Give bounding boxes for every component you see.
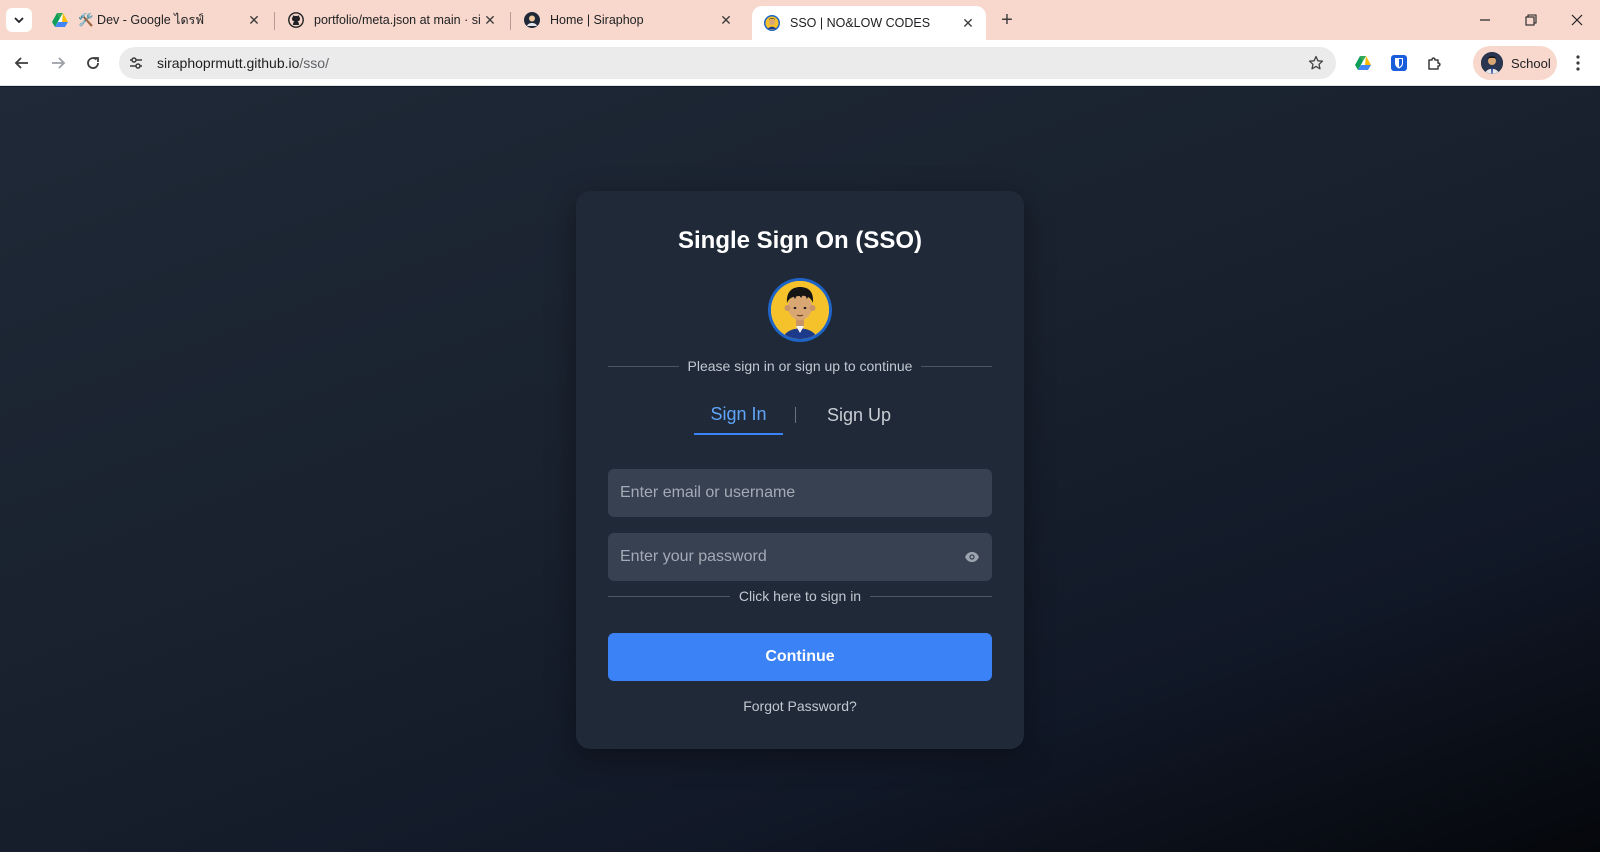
profile-button[interactable]: School [1473, 46, 1557, 80]
email-input[interactable] [608, 469, 992, 517]
url-host: siraphoprmutt.github.io [157, 55, 300, 71]
chevron-down-icon [14, 17, 24, 24]
google-drive-extension-icon[interactable] [1351, 51, 1375, 75]
reload-button[interactable] [78, 48, 108, 78]
page-title: Single Sign On (SSO) [677, 227, 922, 254]
close-icon[interactable]: ✕ [716, 10, 736, 30]
tab-title: 🛠️ Dev - Google ไดรฟ์ [78, 13, 205, 27]
restore-button[interactable] [1508, 0, 1554, 40]
arrow-left-icon [14, 57, 28, 69]
bitwarden-shield-icon[interactable] [1387, 51, 1411, 75]
tab-separator [510, 12, 511, 30]
tab-separator [795, 407, 796, 423]
address-bar[interactable]: siraphoprmutt.github.io/sso/ [119, 47, 1336, 79]
restore-icon [1525, 14, 1537, 26]
tab-title: portfolio/meta.json at main · sir [314, 13, 480, 27]
new-tab-button[interactable]: + [996, 9, 1018, 31]
browser-toolbar: siraphoprmutt.github.io/sso/ School [0, 40, 1600, 86]
email-field [608, 469, 992, 517]
site-info-button[interactable] [125, 52, 147, 74]
tab-sign-up[interactable]: Sign Up [814, 399, 904, 435]
tab-title: SSO | NO&LOW CODES [790, 16, 931, 30]
site-avatar-icon [764, 15, 780, 31]
avatar [1481, 52, 1503, 74]
puzzle-extensions-icon[interactable] [1423, 51, 1447, 75]
continue-button[interactable]: Continue [608, 633, 992, 681]
google-drive-icon [52, 12, 68, 28]
subtitle-divider: Please sign in or sign up to continue [608, 358, 992, 374]
more-menu-icon[interactable] [1566, 51, 1590, 75]
browser-tab-strip: 🛠️ Dev - Google ไดรฟ์ ✕ portfolio/meta.j… [0, 0, 1600, 40]
password-field [608, 533, 992, 581]
page-background: Single Sign On (SSO) Please sign in or s… [0, 87, 1600, 852]
tab-separator [274, 12, 275, 30]
url-text: siraphoprmutt.github.io/sso/ [157, 55, 329, 71]
bookmark-star-icon[interactable] [1306, 53, 1326, 73]
minimize-button[interactable] [1462, 0, 1508, 40]
close-icon [1571, 14, 1583, 26]
close-window-button[interactable] [1554, 0, 1600, 40]
subtitle-text: Please sign in or sign up to continue [687, 358, 913, 374]
arrow-right-icon [52, 57, 66, 69]
hint-divider: Click here to sign in [608, 588, 993, 604]
minimize-icon [1480, 19, 1490, 21]
sso-card: Single Sign On (SSO) Please sign in or s… [576, 191, 1024, 749]
reload-icon [87, 57, 99, 69]
auth-tabs: Sign In Sign Up [576, 399, 1024, 439]
eye-icon[interactable] [964, 549, 980, 565]
password-input[interactable] [608, 533, 992, 581]
tab-sso-active[interactable]: SSO | NO&LOW CODES ✕ [752, 6, 986, 40]
close-icon[interactable]: ✕ [958, 13, 978, 33]
site-logo-icon [524, 12, 540, 28]
close-icon[interactable]: ✕ [480, 10, 500, 30]
tab-title: Home | Siraphop [550, 13, 644, 27]
forgot-password-link[interactable]: Forgot Password? [576, 698, 1024, 714]
tab-google-drive[interactable]: 🛠️ Dev - Google ไดรฟ์ ✕ [40, 0, 272, 40]
sign-in-hint: Click here to sign in [738, 588, 862, 604]
tab-search-button[interactable] [6, 8, 32, 32]
tab-github[interactable]: portfolio/meta.json at main · sir ✕ [276, 0, 508, 40]
avatar [768, 278, 832, 342]
back-button[interactable] [7, 48, 37, 78]
url-path: /sso/ [299, 55, 329, 71]
tab-home-siraphop[interactable]: Home | Siraphop ✕ [512, 0, 744, 40]
forward-button[interactable] [43, 48, 73, 78]
profile-label: School [1511, 55, 1551, 71]
tab-sign-in[interactable]: Sign In [694, 399, 783, 435]
github-icon [288, 12, 304, 28]
tune-icon [130, 57, 142, 69]
close-icon[interactable]: ✕ [244, 10, 264, 30]
